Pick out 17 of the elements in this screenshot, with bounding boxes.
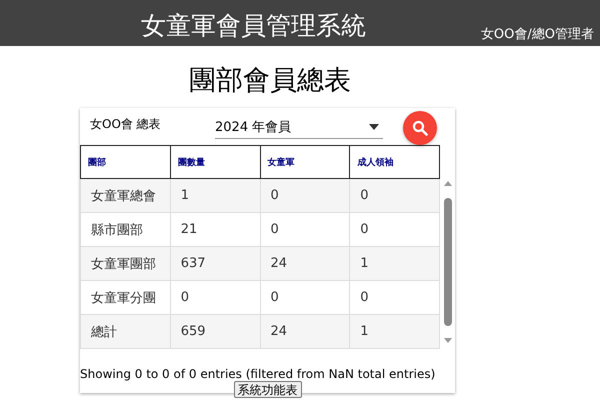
search-button[interactable] [403,111,437,145]
down-arrow-icon[interactable] [444,338,452,343]
search-icon [412,120,428,136]
app-title: 女童軍會員管理系統 [141,10,366,42]
table-cell: 24 [260,314,350,348]
table-cell: 659 [170,314,260,348]
page-title: 團部會員總表 [188,64,352,98]
user-label: 女OO會/總O管理者 [480,26,594,43]
filter-label: 女OO會 總表 [90,116,162,133]
table-cell: 總計 [80,314,170,348]
menu-button[interactable]: 系統功能表 [234,381,302,398]
column-header[interactable]: 團部 [80,146,170,178]
table-cell: 1 [350,314,440,348]
caret-icon [369,124,379,130]
year-select[interactable]: 2024 年會員 [215,116,383,139]
entries-info: Showing 0 to 0 of 0 entries (filtered from NaN total entries) [80,367,436,381]
up-arrow-icon[interactable] [444,181,452,186]
